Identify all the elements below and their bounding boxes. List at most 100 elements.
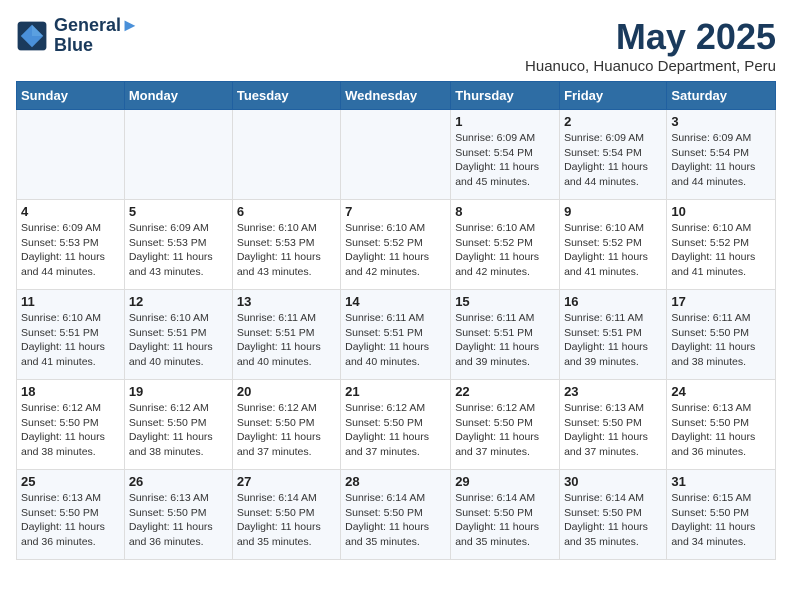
logo-icon <box>16 20 48 52</box>
day-detail: Sunrise: 6:11 AM Sunset: 5:51 PM Dayligh… <box>455 311 555 370</box>
day-detail: Sunrise: 6:09 AM Sunset: 5:54 PM Dayligh… <box>671 131 771 190</box>
week-row-4: 18Sunrise: 6:12 AM Sunset: 5:50 PM Dayli… <box>17 380 776 470</box>
day-number: 2 <box>564 114 662 129</box>
day-number: 10 <box>671 204 771 219</box>
day-detail: Sunrise: 6:12 AM Sunset: 5:50 PM Dayligh… <box>21 401 120 460</box>
day-detail: Sunrise: 6:10 AM Sunset: 5:52 PM Dayligh… <box>671 221 771 280</box>
day-detail: Sunrise: 6:11 AM Sunset: 5:50 PM Dayligh… <box>671 311 771 370</box>
day-number: 7 <box>345 204 446 219</box>
header-row: SundayMondayTuesdayWednesdayThursdayFrid… <box>17 82 776 110</box>
day-number: 4 <box>21 204 120 219</box>
day-detail: Sunrise: 6:10 AM Sunset: 5:52 PM Dayligh… <box>564 221 662 280</box>
day-header-tuesday: Tuesday <box>232 82 340 110</box>
day-header-monday: Monday <box>124 82 232 110</box>
week-row-2: 4Sunrise: 6:09 AM Sunset: 5:53 PM Daylig… <box>17 200 776 290</box>
day-header-thursday: Thursday <box>451 82 560 110</box>
day-number: 28 <box>345 474 446 489</box>
day-number: 25 <box>21 474 120 489</box>
day-number: 29 <box>455 474 555 489</box>
calendar-cell: 12 Sunrise: 6:10 AM Sunset: 5:51 PM Dayli… <box>124 290 232 380</box>
day-detail: Sunrise: 6:10 AM Sunset: 5:51 PM Dayligh… <box>129 311 228 370</box>
calendar-table: SundayMondayTuesdayWednesdayThursdayFrid… <box>16 81 776 560</box>
day-number: 27 <box>237 474 336 489</box>
day-detail: Sunrise: 6:10 AM Sunset: 5:53 PM Dayligh… <box>237 221 336 280</box>
day-number: 8 <box>455 204 555 219</box>
day-number: 17 <box>671 294 771 309</box>
calendar-cell: 4Sunrise: 6:09 AM Sunset: 5:53 PM Daylig… <box>17 200 125 290</box>
day-detail: Sunrise: 6:14 AM Sunset: 5:50 PM Dayligh… <box>564 491 662 550</box>
day-number: 1 <box>455 114 555 129</box>
logo-text: General► Blue <box>54 16 139 56</box>
day-number: 14 <box>345 294 446 309</box>
day-detail: Sunrise: 6:11 AM Sunset: 5:51 PM Dayligh… <box>564 311 662 370</box>
day-detail: Sunrise: 6:13 AM Sunset: 5:50 PM Dayligh… <box>21 491 120 550</box>
calendar-cell: 28Sunrise: 6:14 AM Sunset: 5:50 PM Dayli… <box>341 470 451 560</box>
day-number: 5 <box>129 204 228 219</box>
day-number: 3 <box>671 114 771 129</box>
day-detail: Sunrise: 6:10 AM Sunset: 5:52 PM Dayligh… <box>345 221 446 280</box>
day-number: 24 <box>671 384 771 399</box>
calendar-cell: 15 Sunrise: 6:11 AM Sunset: 5:51 PM Dayli… <box>451 290 560 380</box>
day-detail: Sunrise: 6:09 AM Sunset: 5:54 PM Dayligh… <box>564 131 662 190</box>
day-number: 22 <box>455 384 555 399</box>
calendar-cell: 21 Sunrise: 6:12 AM Sunset: 5:50 PM Dayli… <box>341 380 451 470</box>
day-detail: Sunrise: 6:12 AM Sunset: 5:50 PM Dayligh… <box>455 401 555 460</box>
day-detail: Sunrise: 6:14 AM Sunset: 5:50 PM Dayligh… <box>455 491 555 550</box>
day-detail: Sunrise: 6:14 AM Sunset: 5:50 PM Dayligh… <box>237 491 336 550</box>
calendar-cell: 3 Sunrise: 6:09 AM Sunset: 5:54 PM Daylig… <box>667 110 776 200</box>
day-number: 20 <box>237 384 336 399</box>
day-number: 31 <box>671 474 771 489</box>
day-number: 15 <box>455 294 555 309</box>
week-row-3: 11 Sunrise: 6:10 AM Sunset: 5:51 PM Dayli… <box>17 290 776 380</box>
calendar-cell: 16 Sunrise: 6:11 AM Sunset: 5:51 PM Dayli… <box>560 290 667 380</box>
calendar-cell: 9 Sunrise: 6:10 AM Sunset: 5:52 PM Daylig… <box>560 200 667 290</box>
location-title: Huanuco, Huanuco Department, Peru <box>525 58 776 75</box>
day-detail: Sunrise: 6:13 AM Sunset: 5:50 PM Dayligh… <box>564 401 662 460</box>
calendar-cell <box>341 110 451 200</box>
day-detail: Sunrise: 6:11 AM Sunset: 5:51 PM Dayligh… <box>237 311 336 370</box>
day-number: 6 <box>237 204 336 219</box>
day-header-wednesday: Wednesday <box>341 82 451 110</box>
calendar-cell <box>232 110 340 200</box>
calendar-cell: 18Sunrise: 6:12 AM Sunset: 5:50 PM Dayli… <box>17 380 125 470</box>
title-area: May 2025 Huanuco, Huanuco Department, Pe… <box>525 16 776 75</box>
calendar-cell: 27 Sunrise: 6:14 AM Sunset: 5:50 PM Dayli… <box>232 470 340 560</box>
calendar-cell: 26 Sunrise: 6:13 AM Sunset: 5:50 PM Dayli… <box>124 470 232 560</box>
calendar-cell: 17 Sunrise: 6:11 AM Sunset: 5:50 PM Dayli… <box>667 290 776 380</box>
day-number: 11 <box>21 294 120 309</box>
calendar-cell: 7 Sunrise: 6:10 AM Sunset: 5:52 PM Daylig… <box>341 200 451 290</box>
day-number: 19 <box>129 384 228 399</box>
day-number: 12 <box>129 294 228 309</box>
day-detail: Sunrise: 6:13 AM Sunset: 5:50 PM Dayligh… <box>671 401 771 460</box>
calendar-cell: 24 Sunrise: 6:13 AM Sunset: 5:50 PM Dayli… <box>667 380 776 470</box>
day-header-saturday: Saturday <box>667 82 776 110</box>
calendar-cell: 25 Sunrise: 6:13 AM Sunset: 5:50 PM Dayli… <box>17 470 125 560</box>
month-title: May 2025 <box>525 16 776 58</box>
day-number: 9 <box>564 204 662 219</box>
week-row-1: 1 Sunrise: 6:09 AM Sunset: 5:54 PM Daylig… <box>17 110 776 200</box>
day-number: 21 <box>345 384 446 399</box>
calendar-cell: 19 Sunrise: 6:12 AM Sunset: 5:50 PM Dayli… <box>124 380 232 470</box>
day-detail: Sunrise: 6:10 AM Sunset: 5:52 PM Dayligh… <box>455 221 555 280</box>
calendar-cell: 8 Sunrise: 6:10 AM Sunset: 5:52 PM Daylig… <box>451 200 560 290</box>
day-detail: Sunrise: 6:12 AM Sunset: 5:50 PM Dayligh… <box>345 401 446 460</box>
day-detail: Sunrise: 6:11 AM Sunset: 5:51 PM Dayligh… <box>345 311 446 370</box>
header: General► Blue May 2025 Huanuco, Huanuco … <box>16 16 776 75</box>
calendar-cell: 1Sunrise: 6:09 AM Sunset: 5:54 PM Daylig… <box>451 110 560 200</box>
day-detail: Sunrise: 6:12 AM Sunset: 5:50 PM Dayligh… <box>237 401 336 460</box>
calendar-cell <box>17 110 125 200</box>
calendar-cell: 6 Sunrise: 6:10 AM Sunset: 5:53 PM Daylig… <box>232 200 340 290</box>
calendar-cell: 2 Sunrise: 6:09 AM Sunset: 5:54 PM Daylig… <box>560 110 667 200</box>
day-header-sunday: Sunday <box>17 82 125 110</box>
day-detail: Sunrise: 6:12 AM Sunset: 5:50 PM Dayligh… <box>129 401 228 460</box>
calendar-cell: 23Sunrise: 6:13 AM Sunset: 5:50 PM Dayli… <box>560 380 667 470</box>
day-detail: Sunrise: 6:13 AM Sunset: 5:50 PM Dayligh… <box>129 491 228 550</box>
logo: General► Blue <box>16 16 139 56</box>
day-detail: Sunrise: 6:10 AM Sunset: 5:51 PM Dayligh… <box>21 311 120 370</box>
day-number: 26 <box>129 474 228 489</box>
week-row-5: 25 Sunrise: 6:13 AM Sunset: 5:50 PM Dayli… <box>17 470 776 560</box>
day-detail: Sunrise: 6:15 AM Sunset: 5:50 PM Dayligh… <box>671 491 771 550</box>
day-number: 16 <box>564 294 662 309</box>
calendar-cell: 13Sunrise: 6:11 AM Sunset: 5:51 PM Dayli… <box>232 290 340 380</box>
day-header-friday: Friday <box>560 82 667 110</box>
